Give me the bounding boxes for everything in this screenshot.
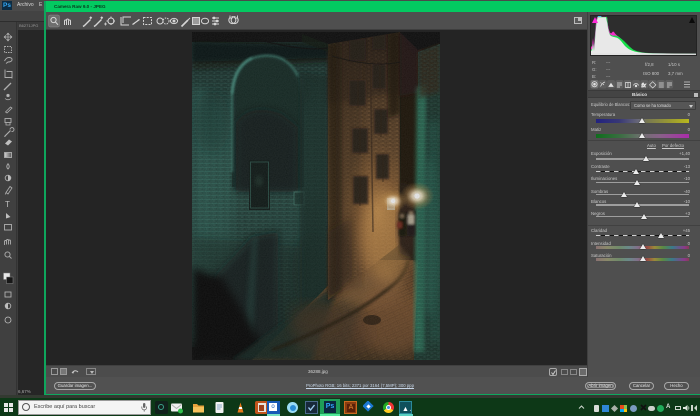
svg-text:T: T [5,200,10,209]
svg-text:fx: fx [642,83,647,89]
